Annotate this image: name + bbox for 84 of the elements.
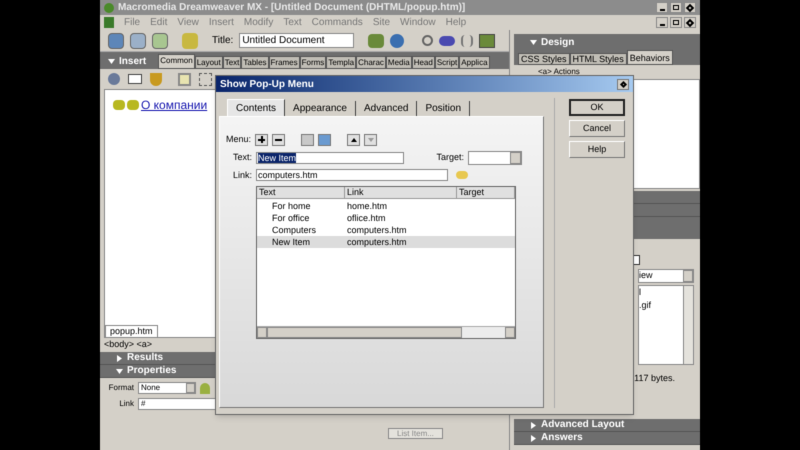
dialog-button[interactable]: Help: [569, 141, 625, 158]
panel-tab[interactable]: HTML Styles: [570, 53, 627, 65]
scroll-bar[interactable]: [683, 286, 693, 364]
text-field[interactable]: New Item: [256, 152, 404, 164]
insert-tab[interactable]: Frames: [268, 56, 300, 69]
link-text[interactable]: О компании: [141, 96, 208, 114]
table-cell-text: For office: [271, 212, 310, 224]
insert-tab[interactable]: Layout: [194, 56, 223, 69]
table-cell-text: computers.htm: [346, 236, 408, 248]
panel-title: Design: [541, 36, 574, 50]
insert-tab[interactable]: Common: [158, 54, 195, 69]
link-field[interactable]: #: [138, 398, 218, 410]
move-down-icon[interactable]: [364, 134, 378, 146]
table-row[interactable]: For home home.htm: [257, 200, 515, 212]
table-cell-text: For home: [271, 200, 312, 212]
link-field[interactable]: computers.htm: [256, 169, 448, 182]
table-cell-text: New Item: [271, 236, 312, 248]
minimize-icon[interactable]: [656, 2, 668, 13]
view-select[interactable]: iew: [638, 269, 694, 283]
panel-title: Insert: [119, 55, 146, 69]
horizontal-scroll-bar[interactable]: [257, 326, 515, 338]
panel-header[interactable]: Design: [514, 34, 700, 50]
document-tab[interactable]: popup.htm: [105, 325, 158, 337]
target-select[interactable]: [468, 150, 522, 164]
link-label: Link: [118, 398, 134, 410]
panel-tab[interactable]: CSS Styles: [518, 53, 570, 65]
column-header[interactable]: Text: [257, 187, 345, 198]
panel-title: Answers: [541, 433, 583, 443]
insert-tab[interactable]: Applica: [459, 56, 490, 69]
insert-tab[interactable]: Tables: [241, 56, 269, 69]
status-text: 117 bytes.: [634, 372, 675, 385]
insert-tab[interactable]: Media: [386, 56, 412, 69]
braces-icon[interactable]: [461, 34, 474, 46]
panel-header[interactable]: Advanced Layout: [514, 419, 700, 432]
collapse-arrow-icon[interactable]: [530, 38, 537, 46]
tag-selector[interactable]: <body> <a>: [104, 338, 152, 352]
link-label: Link:: [232, 168, 252, 182]
table-row[interactable]: For office oflice.htm: [257, 212, 515, 224]
table-cell-text: computers.htm: [346, 224, 408, 236]
maximize-icon[interactable]: [670, 2, 682, 13]
minimize-icon[interactable]: [656, 17, 668, 28]
minus-icon[interactable]: [272, 134, 286, 146]
panel-tab[interactable]: Behaviors: [626, 50, 673, 65]
collapse-arrow-icon[interactable]: [116, 368, 123, 374]
dialog-button[interactable]: OK: [569, 99, 625, 116]
file-name[interactable]: .gif: [639, 299, 683, 312]
expand-arrow-icon[interactable]: [116, 354, 123, 362]
panel-title: Properties: [127, 366, 176, 376]
dialog-button[interactable]: Cancel: [569, 120, 625, 137]
format-label: Format: [108, 382, 134, 394]
insert-tab[interactable]: Script: [434, 56, 460, 69]
dialog-tab[interactable]: Contents: [227, 99, 286, 116]
insert-tab[interactable]: Templa: [326, 56, 356, 69]
insert-tab[interactable]: Forms: [300, 56, 326, 69]
dialog-title: Show Pop-Up Menu: [220, 78, 314, 92]
title-label: Title:: [212, 34, 234, 48]
table-row[interactable]: Computers computers.htm: [257, 224, 515, 236]
collapse-arrow-icon[interactable]: [108, 58, 115, 65]
panel-header[interactable]: Insert: [108, 54, 154, 69]
column-header[interactable]: Target: [457, 187, 515, 198]
maximize-icon[interactable]: [670, 17, 682, 28]
format-select[interactable]: None: [138, 382, 196, 394]
layer-icon[interactable]: [199, 72, 212, 86]
menu-label: Menu:: [226, 133, 252, 146]
selected-text: New Item: [258, 152, 296, 162]
table-cell-text: home.htm: [346, 200, 388, 212]
move-up-icon[interactable]: [347, 134, 360, 146]
table-cell-text: Computers: [271, 224, 318, 236]
insert-tab[interactable]: Charac: [356, 56, 386, 69]
table-row[interactable]: New Item computers.htm: [257, 236, 515, 248]
column-header[interactable]: Link: [345, 187, 457, 198]
panel-title: Results: [127, 353, 164, 363]
insert-tab[interactable]: Head: [412, 56, 435, 69]
table-cell-text: oflice.htm: [346, 212, 387, 224]
panel-title: Advanced Layout: [541, 420, 624, 430]
target-label: Target:: [435, 150, 464, 164]
file-name[interactable]: l: [639, 286, 683, 299]
plus-icon[interactable]: [255, 134, 268, 146]
insert-tab[interactable]: Text: [222, 56, 242, 69]
panel-header[interactable]: Answers: [514, 432, 700, 445]
text-label: Text:: [232, 150, 252, 164]
actions-label: <a> Actions: [538, 66, 580, 78]
window-title: Macromedia Dreamweaver MX - [Untitled Document (DHTML/popup.htm)]: [118, 1, 466, 15]
title-field[interactable]: Untitled Document: [239, 33, 354, 48]
